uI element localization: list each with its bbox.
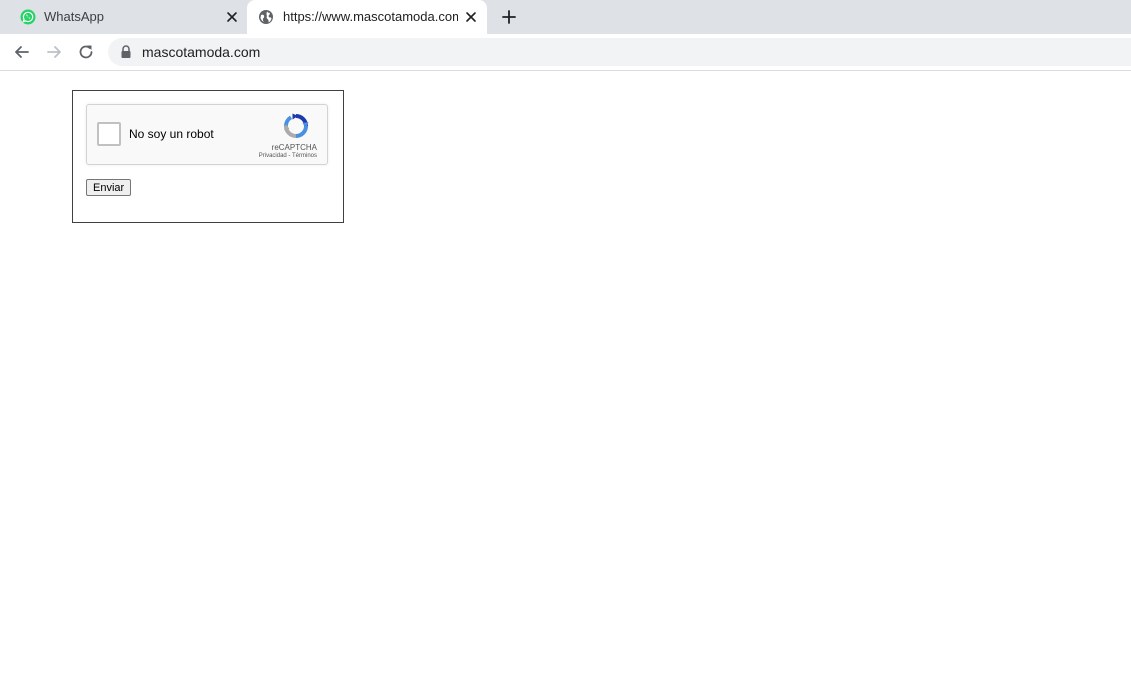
globe-icon (259, 10, 273, 24)
tab-mascotamoda[interactable]: https://www.mascotamoda.com (247, 0, 487, 34)
back-arrow-icon[interactable] (12, 42, 32, 62)
tab-title: WhatsApp (44, 9, 104, 24)
forward-arrow-icon[interactable] (44, 42, 64, 62)
recaptcha-logo-icon (283, 113, 309, 138)
tab-whatsapp[interactable]: WhatsApp (8, 0, 246, 34)
submit-button[interactable]: Enviar (86, 179, 132, 196)
whatsapp-icon (20, 9, 36, 25)
recaptcha-checkbox[interactable] (97, 122, 121, 146)
recaptcha-privacy-link[interactable]: Privacidad (259, 153, 287, 159)
captcha-form: No soy un robot reCAPTCHA Privacidad - T… (72, 90, 344, 223)
new-tab-icon[interactable] (500, 8, 518, 26)
close-tab-icon[interactable] (224, 9, 240, 25)
close-tab-icon[interactable] (463, 9, 479, 25)
recaptcha-label: No soy un robot (129, 127, 214, 141)
tab-strip: WhatsApp https://www.mascotamoda.com (0, 0, 1131, 34)
recaptcha-widget: No soy un robot reCAPTCHA Privacidad - T… (86, 104, 328, 165)
lock-icon[interactable] (120, 45, 132, 59)
recaptcha-terms-link[interactable]: Términos (292, 153, 317, 159)
recaptcha-links: Privacidad - Términos (259, 153, 317, 160)
page-content: No soy un robot reCAPTCHA Privacidad - T… (0, 71, 1131, 679)
browser-toolbar: mascotamoda.com (0, 34, 1131, 71)
reload-icon[interactable] (76, 42, 96, 62)
recaptcha-brand: reCAPTCHA (271, 143, 317, 152)
address-bar[interactable]: mascotamoda.com (108, 38, 1131, 66)
tab-title: https://www.mascotamoda.com (283, 9, 458, 24)
address-url[interactable]: mascotamoda.com (142, 44, 260, 60)
